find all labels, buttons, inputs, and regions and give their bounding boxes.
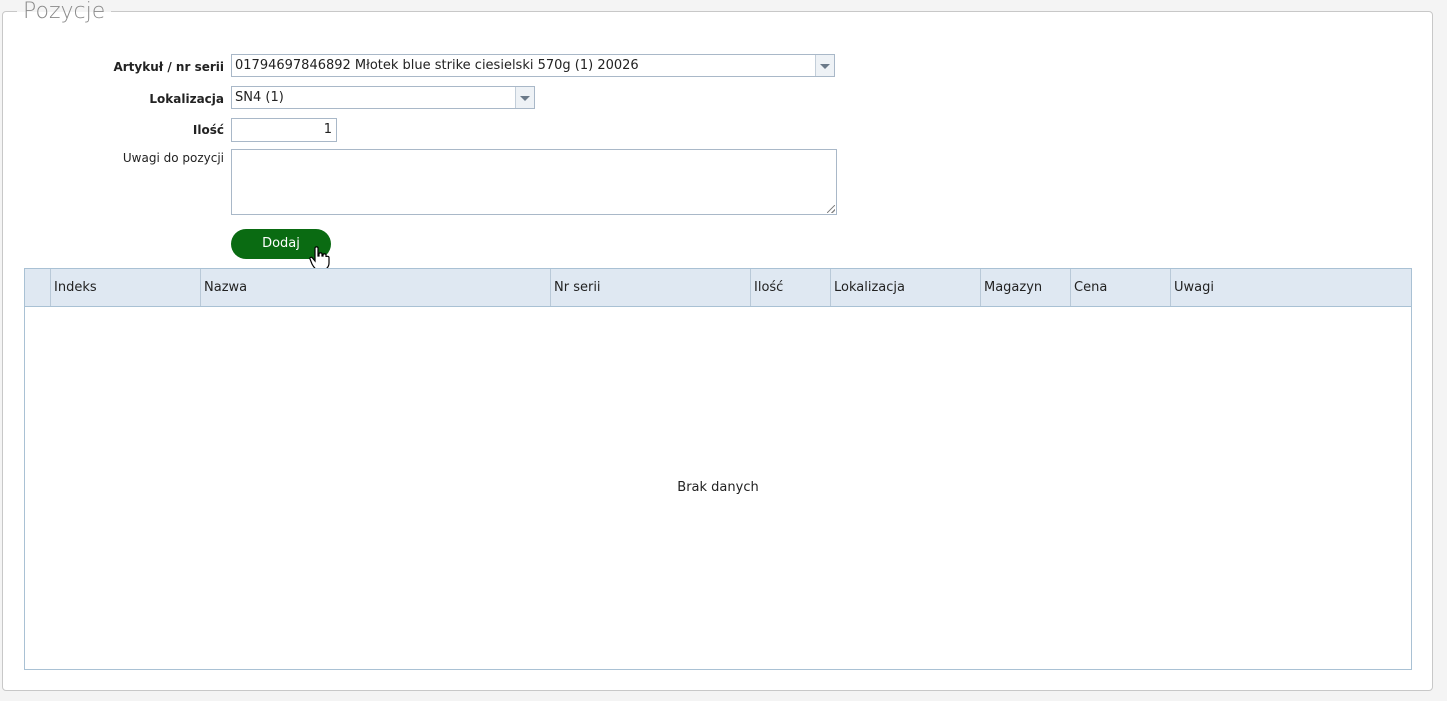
chevron-down-icon[interactable]: [515, 87, 534, 108]
location-value: SN4 (1): [235, 90, 284, 105]
positions-grid: Indeks Nazwa Nr serii Ilość Lokalizacja …: [24, 268, 1412, 670]
notes-textarea[interactable]: [231, 149, 837, 215]
notes-label: Uwagi do pozycji: [122, 151, 224, 165]
grid-col-cena[interactable]: Cena: [1071, 269, 1171, 306]
grid-header: Indeks Nazwa Nr serii Ilość Lokalizacja …: [25, 269, 1411, 307]
grid-col-lokalizacja[interactable]: Lokalizacja: [831, 269, 981, 306]
quantity-label: Ilość: [192, 123, 224, 137]
resize-handle-icon[interactable]: [827, 205, 835, 213]
grid-empty-message: Brak danych: [677, 480, 759, 495]
grid-col-ilosc[interactable]: Ilość: [751, 269, 831, 306]
article-label: Artykuł / nr serii: [113, 60, 224, 74]
grid-col-indeks[interactable]: Indeks: [51, 269, 201, 306]
location-label: Lokalizacja: [149, 92, 224, 106]
grid-col-magazyn[interactable]: Magazyn: [981, 269, 1071, 306]
chevron-down-icon[interactable]: [815, 55, 834, 76]
grid-col-uwagi[interactable]: Uwagi: [1171, 269, 1411, 306]
article-value: 01794697846892 Młotek blue strike ciesie…: [235, 58, 639, 73]
location-combobox[interactable]: SN4 (1): [231, 86, 535, 109]
grid-col-nr-serii[interactable]: Nr serii: [551, 269, 751, 306]
grid-col-select[interactable]: [25, 269, 51, 306]
grid-col-nazwa[interactable]: Nazwa: [201, 269, 551, 306]
article-combobox[interactable]: 01794697846892 Młotek blue strike ciesie…: [231, 54, 835, 77]
quantity-input[interactable]: 1: [231, 118, 337, 142]
section-title: Pozycje: [17, 0, 112, 24]
